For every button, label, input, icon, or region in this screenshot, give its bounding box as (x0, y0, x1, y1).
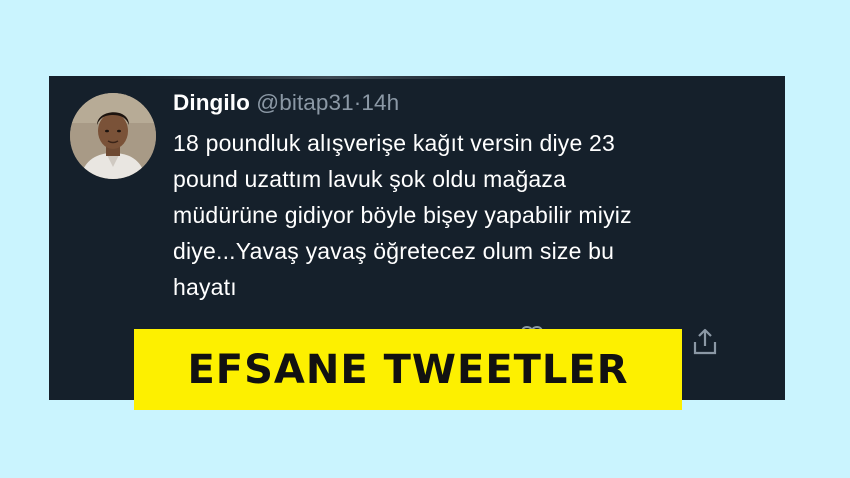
tweet-text-line: hayatı (173, 274, 237, 300)
share-icon[interactable] (691, 327, 719, 357)
tweet-content: Dingilo @bitap31·14h 18 poundluk alışver… (173, 88, 773, 305)
avatar-photo (70, 93, 156, 179)
tweet-text-line: 18 poundluk alışverişe kağıt versin diye… (173, 130, 616, 156)
tweet-header: Dingilo @bitap31·14h (173, 88, 773, 118)
tweet-text-line: müdürüne gidiyor böyle bişey yapabilir m… (173, 202, 632, 228)
banner-label: EFSANE TWEETLER (187, 346, 629, 393)
tweet-text-line: pound uzattım lavuk şok oldu mağaza (173, 166, 567, 192)
tweet-timestamp[interactable]: 14h (361, 90, 399, 115)
avatar[interactable] (70, 93, 156, 179)
tweet-text: 18 poundluk alışverişe kağıt versin diye… (173, 125, 773, 305)
display-name[interactable]: Dingilo (173, 90, 250, 115)
tweet-text-line: diye...Yavaş yavaş öğretecez olum size b… (173, 238, 615, 264)
user-handle[interactable]: @bitap31 (256, 90, 353, 115)
efsane-tweetler-banner: EFSANE TWEETLER (134, 329, 682, 410)
previous-tweet-edge (139, 76, 519, 79)
